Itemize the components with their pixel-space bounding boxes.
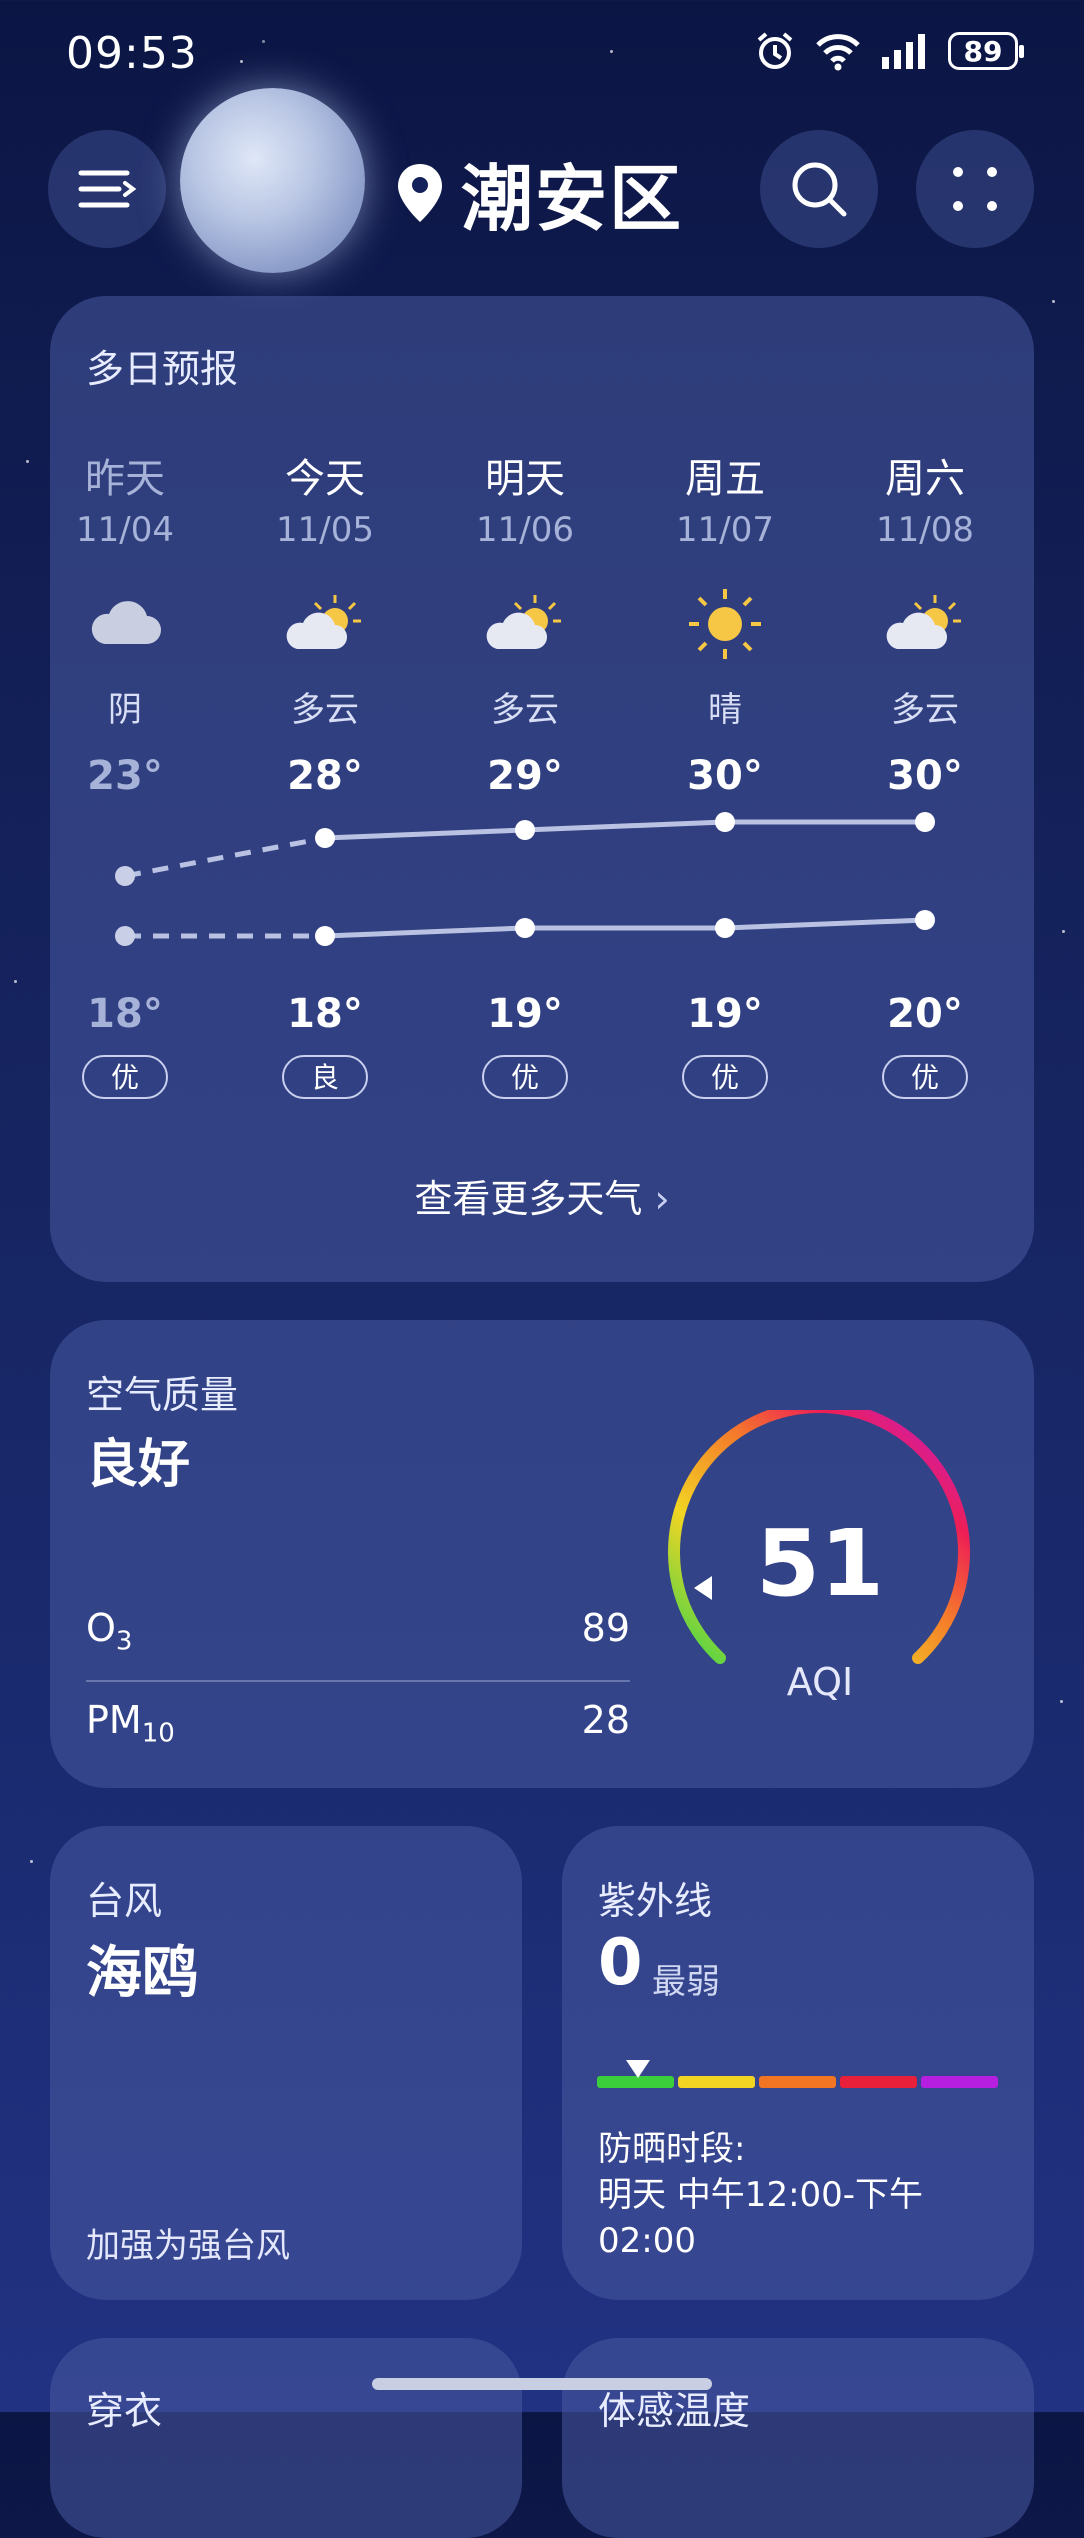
aqi-marker-icon — [694, 1576, 712, 1600]
typhoon-note: 加强为强台风 — [86, 2226, 290, 2266]
protect-time-2: 02:00 — [598, 2221, 696, 2261]
day-condition: 阴 — [108, 690, 142, 730]
battery-level: 89 — [963, 34, 1003, 68]
pm10-value: 28 — [581, 1698, 630, 1742]
day-aqi-badge: 优 — [882, 1055, 968, 1099]
uv-scale-bar — [597, 2076, 998, 2088]
forecast-day[interactable]: 周六 11/08 多云 30° 20° 优 — [825, 446, 1000, 1099]
signal-icon — [882, 34, 925, 69]
more-options-button[interactable] — [916, 130, 1034, 248]
divider — [86, 1680, 630, 1682]
uv-title: 紫外线 — [598, 1879, 713, 1923]
day-name: 今天 — [285, 456, 365, 502]
day-name: 周五 — [685, 456, 765, 502]
status-bar: 09:53 89 — [0, 28, 1084, 84]
location[interactable]: 潮安区 — [395, 140, 683, 245]
partly-cloudy-icon — [225, 574, 425, 674]
menu-icon — [78, 170, 137, 208]
feels-like-card[interactable]: 体感温度 — [562, 2338, 1034, 2538]
uv-scale-segment — [921, 2076, 998, 2088]
day-date: 11/05 — [276, 510, 374, 550]
day-name: 昨天 — [85, 456, 165, 502]
day-date: 11/08 — [876, 510, 974, 550]
pm10-label: PM10 — [86, 1698, 175, 1749]
forecast-day[interactable]: 今天 11/05 多云 28° 18° 良 — [225, 446, 425, 1099]
air-quality-title: 空气质量 — [86, 1373, 239, 1417]
day-aqi-badge: 良 — [282, 1055, 368, 1099]
day-low: 19° — [687, 991, 763, 1037]
protect-label: 防晒时段: — [598, 2129, 746, 2169]
day-low: 18° — [87, 991, 163, 1037]
day-name: 明天 — [485, 456, 565, 502]
o3-label: O3 — [86, 1606, 133, 1657]
day-high: 28° — [287, 753, 363, 799]
day-date: 11/04 — [76, 510, 174, 550]
o3-value: 89 — [581, 1606, 630, 1650]
typhoon-card[interactable]: 台风 海鸥 加强为强台风 — [50, 1826, 522, 2300]
day-date: 11/07 — [676, 510, 774, 550]
clothing-card[interactable]: 穿衣 — [50, 2338, 522, 2538]
air-quality-level: 良好 — [86, 1435, 191, 1495]
location-name: 潮安区 — [461, 157, 684, 241]
battery-icon: 89 — [948, 32, 1024, 70]
typhoon-name: 海鸥 — [86, 1941, 198, 2006]
day-condition: 多云 — [491, 690, 559, 730]
chevron-right-icon: › — [654, 1177, 670, 1221]
sun-icon — [625, 574, 825, 674]
more-weather-link[interactable]: 查看更多天气 › — [50, 1168, 1034, 1223]
grid-dots-icon — [953, 167, 997, 211]
day-condition: 多云 — [891, 690, 959, 730]
day-name: 周六 — [885, 456, 965, 502]
uv-protect-info: 防晒时段: 明天 中午12:00-下午 02:00 — [598, 2126, 923, 2264]
forecast-day[interactable]: 明天 11/06 多云 29° 19° 优 — [425, 446, 625, 1099]
uv-level: 最弱 — [652, 1962, 720, 2002]
forecast-card: 多日预报 昨天 11/04 阴 23° 18° 优今天 11/05 多云 28° 18° 良明天 11… — [50, 296, 1034, 1282]
home-indicator[interactable] — [372, 2378, 712, 2390]
moon-image — [180, 88, 365, 273]
forecast-day[interactable]: 昨天 11/04 阴 23° 18° 优 — [50, 446, 225, 1099]
wifi-icon — [816, 34, 860, 71]
more-weather-label: 查看更多天气 — [414, 1177, 643, 1221]
day-low: 20° — [887, 991, 963, 1037]
typhoon-title: 台风 — [86, 1879, 163, 1923]
uv-scale-segment — [678, 2076, 755, 2088]
day-aqi-badge: 优 — [82, 1055, 168, 1099]
uv-scale-segment — [840, 2076, 917, 2088]
day-date: 11/06 — [476, 510, 574, 550]
day-aqi-badge: 优 — [482, 1055, 568, 1099]
day-condition: 晴 — [708, 690, 742, 730]
day-condition: 多云 — [291, 690, 359, 730]
search-icon — [792, 162, 847, 217]
menu-button[interactable] — [48, 130, 166, 248]
partly-cloudy-icon — [425, 574, 625, 674]
day-high: 29° — [487, 753, 563, 799]
location-pin-icon — [398, 163, 442, 222]
cloud-icon — [50, 574, 225, 674]
alarm-icon — [757, 32, 793, 69]
uv-marker-icon — [626, 2060, 650, 2078]
clothing-title: 穿衣 — [86, 2389, 163, 2433]
partly-cloudy-icon — [825, 574, 1000, 674]
uv-value: 0 — [598, 1926, 643, 2000]
day-high: 23° — [87, 753, 163, 799]
status-time: 09:53 — [66, 28, 198, 79]
search-button[interactable] — [760, 130, 878, 248]
day-low: 19° — [487, 991, 563, 1037]
day-aqi-badge: 优 — [682, 1055, 768, 1099]
forecast-day[interactable]: 周五 11/07 晴 30° 19° 优 — [625, 446, 825, 1099]
air-quality-card[interactable]: 空气质量 良好 O3 89 PM10 28 51 AQI — [50, 1320, 1034, 1788]
aqi-label: AQI — [786, 1660, 854, 1704]
protect-time-1: 明天 中午12:00-下午 — [598, 2175, 924, 2215]
uv-scale-segment — [759, 2076, 836, 2088]
day-high: 30° — [887, 753, 963, 799]
day-high: 30° — [687, 753, 763, 799]
aqi-value: 51 — [755, 1510, 885, 1617]
day-low: 18° — [287, 991, 363, 1037]
